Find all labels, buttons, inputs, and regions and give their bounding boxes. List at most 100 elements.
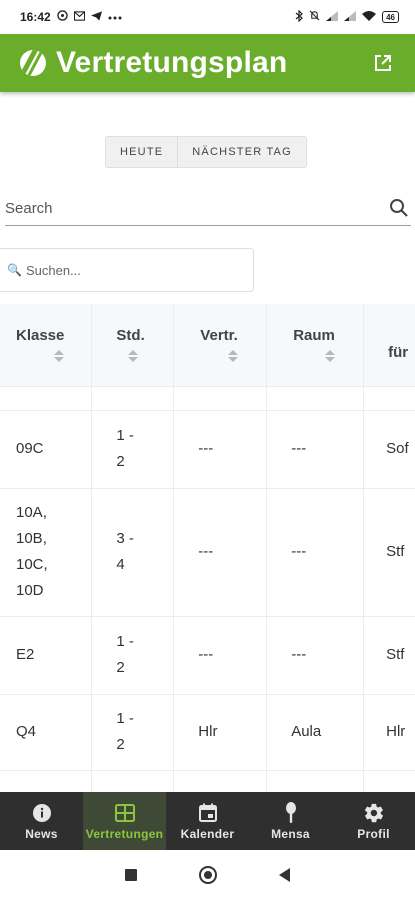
cell-line: 2 xyxy=(116,659,125,676)
cell-raum: --- xyxy=(266,409,365,488)
signal-icon xyxy=(344,10,357,24)
header-std[interactable]: Std. xyxy=(91,304,175,386)
table-row[interactable] xyxy=(0,769,415,792)
nav-label: News xyxy=(25,826,58,841)
cell-line: 1 - xyxy=(116,633,134,650)
sort-icon xyxy=(54,350,64,363)
signal-icon xyxy=(326,10,339,24)
whatsapp-icon xyxy=(56,10,68,24)
header-vertr[interactable]: Vertr. xyxy=(173,304,268,386)
cell-vertr xyxy=(173,769,268,792)
search-field[interactable]: Search xyxy=(5,192,411,226)
table-row[interactable]: 09C 1 - 2 --- --- Sof xyxy=(0,409,415,488)
cell-fuer xyxy=(363,769,415,792)
cell-vertr: --- xyxy=(173,487,268,616)
today-button[interactable]: HEUTE xyxy=(106,137,178,167)
cell-klasse: Q4 xyxy=(0,693,93,770)
table-row[interactable]: E2 1 - 2 --- --- Stf xyxy=(0,615,415,694)
cell-line: 1 - xyxy=(116,710,134,727)
food-icon xyxy=(280,801,302,824)
cell-line: 10D xyxy=(16,582,44,599)
nav-label: Profil xyxy=(357,826,390,841)
cell-fuer: Sof xyxy=(363,409,415,488)
recents-button[interactable] xyxy=(125,869,137,881)
status-time: 16:42 xyxy=(20,10,51,24)
telegram-icon xyxy=(90,10,102,24)
app-screen: 16:42 46 Vertretungsplan HEUTE NÄCHSTER … xyxy=(0,0,415,900)
open-external-button[interactable] xyxy=(371,51,395,75)
app-logo-icon xyxy=(20,50,46,76)
filter-search-icon: 🔍 xyxy=(7,263,22,277)
sort-icon xyxy=(128,350,139,363)
table-header-row: Klasse Std. Vertr. Raum für xyxy=(0,304,415,386)
bluetooth-icon xyxy=(295,9,303,25)
filter-input[interactable] xyxy=(25,262,226,278)
header-fuer[interactable]: für xyxy=(363,304,415,386)
cell-vertr: --- xyxy=(173,409,268,488)
table-icon xyxy=(114,802,136,824)
search-icon[interactable] xyxy=(389,198,411,220)
gear-icon xyxy=(363,802,385,824)
next-day-button[interactable]: NÄCHSTER TAG xyxy=(177,137,306,167)
cell-vertr: Hlr xyxy=(173,693,268,770)
cell-line: 10C, xyxy=(16,556,48,573)
sort-icon xyxy=(228,350,239,363)
cell-klasse: 09C xyxy=(0,409,93,488)
battery-icon: 46 xyxy=(382,11,399,23)
app-bar: Vertretungsplan xyxy=(0,34,415,92)
cell-line: 4 xyxy=(116,556,125,573)
cell-line: 1 - xyxy=(116,427,134,444)
cell-line: 2 xyxy=(116,736,125,753)
cell-raum xyxy=(266,769,365,792)
open-external-icon xyxy=(375,55,391,71)
system-navigation-bar xyxy=(0,850,415,900)
table-spacer-row xyxy=(0,385,415,410)
nav-news[interactable]: News xyxy=(0,792,83,850)
cell-raum: --- xyxy=(266,487,365,616)
status-right: 46 xyxy=(295,9,399,25)
header-label: Vertr. xyxy=(200,327,238,345)
info-icon xyxy=(31,802,53,824)
nav-mensa[interactable]: Mensa xyxy=(249,792,332,850)
header-label: für xyxy=(388,344,409,362)
cell-line: 10B, xyxy=(16,530,47,547)
cell-line: 3 - xyxy=(116,530,134,547)
back-button[interactable] xyxy=(279,868,290,882)
nav-label: Mensa xyxy=(271,826,310,841)
day-toggle: HEUTE NÄCHSTER TAG xyxy=(105,136,307,168)
nav-vertretungen[interactable]: Vertretungen xyxy=(83,792,166,850)
header-label: Std. xyxy=(116,327,145,345)
table-row[interactable]: Q4 1 - 2 Hlr Aula Hlr xyxy=(0,693,415,770)
nav-label: Kalender xyxy=(180,826,235,841)
cell-line: 2 xyxy=(116,453,125,470)
cell-fuer: Stf xyxy=(363,615,415,694)
header-raum[interactable]: Raum xyxy=(266,304,365,386)
search-label: Search xyxy=(5,200,53,217)
nav-profil[interactable]: Profil xyxy=(332,792,415,850)
nav-kalender[interactable]: Kalender xyxy=(166,792,249,850)
nav-label: Vertretungen xyxy=(85,826,164,841)
mute-icon xyxy=(309,10,320,24)
battery-level: 46 xyxy=(386,12,395,22)
mail-icon xyxy=(73,10,85,24)
cell-line: E2 xyxy=(16,646,35,663)
header-label: Klasse xyxy=(16,327,65,345)
cell-raum: --- xyxy=(266,615,365,694)
status-left: 16:42 xyxy=(20,10,122,24)
calendar-icon xyxy=(197,802,219,824)
filter-box[interactable]: 🔍 xyxy=(0,248,254,292)
header-klasse[interactable]: Klasse xyxy=(0,304,93,386)
cell-fuer: Hlr xyxy=(363,693,415,770)
table-row[interactable]: 10A, 10B, 10C, 10D 3 - 4 --- --- Stf xyxy=(0,487,415,616)
home-button[interactable] xyxy=(199,866,217,884)
app-title: Vertretungsplan xyxy=(56,46,288,79)
cell-klasse: E2 xyxy=(0,615,93,694)
cell-fuer: Stf xyxy=(363,487,415,616)
cell-klasse xyxy=(0,769,93,792)
cell-line: Q4 xyxy=(16,723,37,740)
header-label: Raum xyxy=(293,327,335,345)
cell-std: 3 - 4 xyxy=(91,487,175,616)
bottom-navigation: News Vertretungen Kalender Mensa Profil xyxy=(0,792,415,850)
more-icon xyxy=(108,12,122,23)
cell-line: 09C xyxy=(16,440,44,457)
